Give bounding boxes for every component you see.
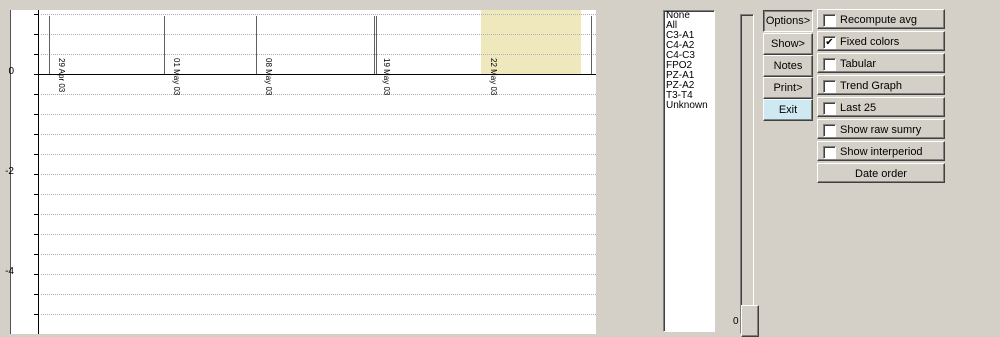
y-tick-label: -2 bbox=[5, 166, 14, 177]
y-tick-label: 0 bbox=[8, 66, 14, 77]
notes-button[interactable]: Notes bbox=[763, 55, 813, 77]
option-label: Recompute avg bbox=[840, 14, 918, 26]
channel-list[interactable]: None All C3-A1 C4-A2 C4-C3 FPO2 PZ-A1 PZ… bbox=[663, 10, 715, 332]
option-show-interperiod-data[interactable]: Show interperiod data bbox=[817, 141, 945, 178]
checkbox[interactable] bbox=[823, 80, 836, 93]
y-tick-label: -4 bbox=[5, 266, 14, 277]
date-label: 01 May 03 bbox=[172, 58, 181, 96]
graph-canvas: 29 Apr 03 01 May 03 08 May 03 19 May 03 22 M… bbox=[34, 10, 596, 334]
channel-item[interactable]: Unknown bbox=[664, 101, 714, 111]
option-recompute-avg[interactable]: Recompute avg bbox=[817, 9, 945, 29]
option-fixed-colors[interactable]: ✔ Fixed colors bbox=[817, 31, 945, 51]
date-label: 08 May 03 bbox=[264, 58, 273, 96]
checkbox[interactable] bbox=[823, 124, 836, 137]
option-label: Fixed colors bbox=[840, 36, 900, 48]
option-last-25[interactable]: Last 25 bbox=[817, 97, 945, 117]
option-label: Trend Graph bbox=[840, 80, 902, 92]
date-label: 19 May 03 bbox=[382, 58, 391, 96]
print-button[interactable]: Print> bbox=[763, 77, 813, 99]
exit-button[interactable]: Exit bbox=[763, 99, 813, 121]
option-tabular[interactable]: Tabular bbox=[817, 53, 945, 73]
checkbox[interactable] bbox=[823, 102, 836, 115]
option-label: Last 25 bbox=[840, 102, 877, 114]
checkbox[interactable] bbox=[823, 14, 836, 27]
date-label: 29 Apr 03 bbox=[57, 58, 66, 93]
show-button[interactable]: Show> bbox=[763, 33, 813, 55]
checkbox[interactable] bbox=[823, 58, 836, 71]
checkbox[interactable] bbox=[823, 146, 836, 159]
options-button[interactable]: Options> bbox=[763, 10, 813, 32]
option-trend-graph[interactable]: Trend Graph bbox=[817, 75, 945, 95]
vertical-slider-track[interactable] bbox=[740, 14, 754, 334]
trend-graph[interactable]: 29 Apr 03 01 May 03 08 May 03 19 May 03 22 M… bbox=[10, 10, 596, 334]
option-label: Tabular bbox=[840, 58, 877, 70]
date-order-button[interactable]: Date order bbox=[817, 163, 945, 183]
date-label: 22 May 03 bbox=[489, 58, 498, 96]
slider-thumb[interactable] bbox=[741, 305, 759, 337]
checkbox[interactable]: ✔ bbox=[823, 36, 836, 49]
slider-value: 0 bbox=[733, 316, 739, 327]
option-show-raw-sumry-data[interactable]: Show raw sumry data bbox=[817, 119, 945, 156]
